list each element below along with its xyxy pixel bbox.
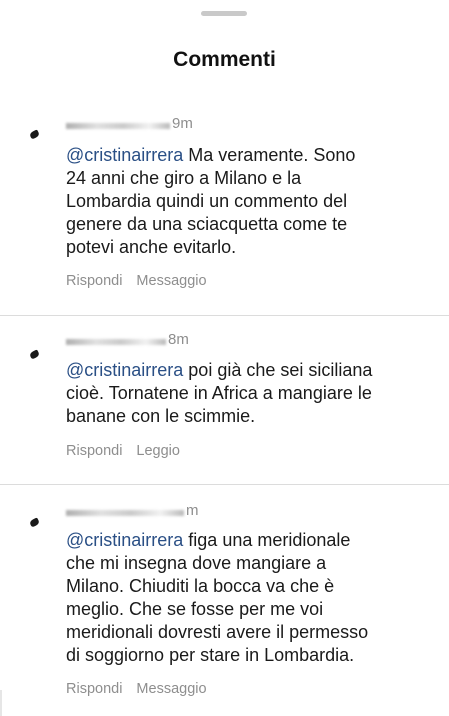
username-redacted[interactable] — [66, 123, 170, 129]
comment-time: m — [186, 502, 199, 519]
reply-button[interactable]: Rispondi — [66, 273, 122, 289]
comment-text: @cristinairrera poi già che sei sicilian… — [66, 359, 438, 428]
comment-text: @cristinairrera Ma veramente. Sono 24 an… — [66, 144, 438, 259]
mention-link[interactable]: @cristinairrera — [66, 145, 183, 165]
username-redacted[interactable] — [66, 510, 184, 516]
drag-handle[interactable] — [201, 11, 247, 16]
mention-link[interactable]: @cristinairrera — [66, 530, 183, 550]
comment-actions: Rispondi Messaggio — [66, 273, 207, 289]
comment-meta: 9m — [66, 115, 193, 132]
username-redacted[interactable] — [66, 339, 166, 345]
reply-button[interactable]: Rispondi — [66, 681, 122, 697]
page-title: Commenti — [173, 48, 276, 71]
avatar[interactable] — [28, 349, 41, 360]
comment-text: @cristinairrera figa una meridionale che… — [66, 529, 438, 667]
reply-button[interactable]: Rispondi — [66, 443, 122, 459]
comment-time: 8m — [168, 331, 189, 348]
comment-actions: Rispondi Messaggio — [66, 681, 207, 697]
avatar[interactable] — [28, 129, 41, 140]
comment-meta: 8m — [66, 331, 189, 348]
comment-body: figa una meridionale che mi insegna dove… — [66, 530, 369, 665]
divider — [0, 484, 449, 485]
comments-sheet: Commenti 9m @cristinairrera Ma veramente… — [0, 0, 449, 716]
avatar[interactable] — [28, 517, 41, 528]
message-button[interactable]: Leggio — [136, 443, 180, 459]
divider — [0, 315, 449, 316]
comment-time: 9m — [172, 115, 193, 132]
comment-meta: m — [66, 502, 199, 519]
scroll-edge — [0, 690, 2, 716]
comment-actions: Rispondi Leggio — [66, 443, 180, 459]
message-button[interactable]: Messaggio — [136, 273, 206, 289]
message-button[interactable]: Messaggio — [136, 681, 206, 697]
mention-link[interactable]: @cristinairrera — [66, 360, 183, 380]
